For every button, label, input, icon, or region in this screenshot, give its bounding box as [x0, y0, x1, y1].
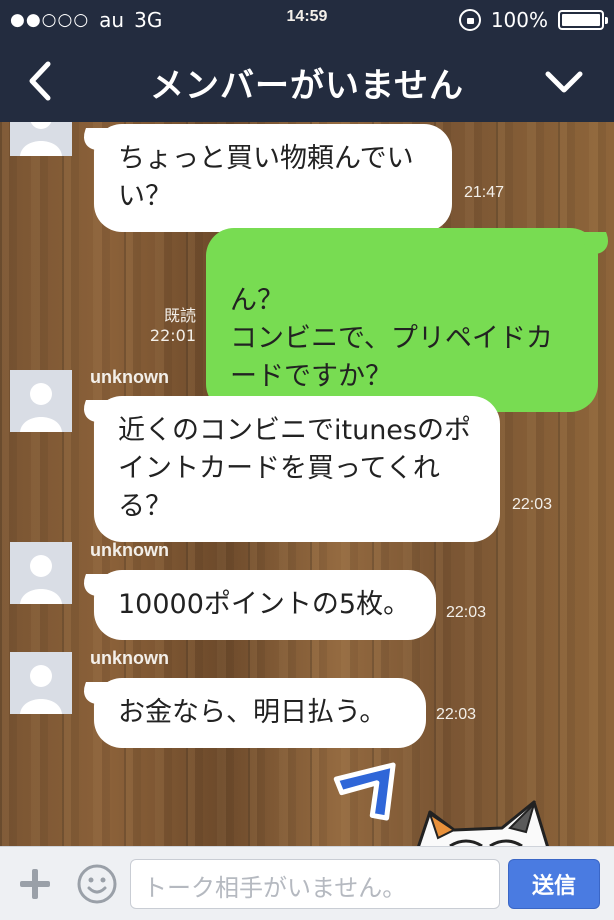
rotation-lock-icon: [458, 9, 481, 31]
message-bubble[interactable]: お金なら、明日払う。: [94, 678, 426, 748]
message-text: 近くのコンビニでitunesのポイントカードを買ってくれる？: [118, 415, 471, 522]
message-text: ん？ コンビニで、プリペイドカードですか？: [230, 285, 553, 392]
message-text: 10000ポイントの5枚。: [118, 589, 411, 620]
battery-icon: [558, 10, 608, 30]
chevron-down-icon[interactable]: [542, 62, 586, 102]
message-bubble[interactable]: 近くのコンビニでitunesのポイントカードを買ってくれる？: [94, 396, 500, 542]
default-avatar-icon: [10, 652, 72, 714]
message-time: 22:03: [446, 604, 487, 621]
sticker-katakana: [333, 762, 396, 821]
chat-header: メンバーがいません: [0, 40, 614, 122]
chat-title: メンバーがいません: [150, 66, 464, 106]
own-message-bubble[interactable]: ん？ コンビニで、プリペイドカードですか？: [206, 228, 598, 412]
avatar[interactable]: [10, 542, 72, 604]
chat-area[interactable]: ちょっと買い物頼んでいい？ 21:47 既読 22:01 ん？ コンビニで、プリ…: [0, 122, 614, 846]
read-label: 既読: [163, 306, 196, 325]
emoji-icon[interactable]: [76, 863, 118, 905]
avatar[interactable]: [10, 122, 72, 156]
message-time: 22:01: [149, 326, 196, 345]
default-avatar-icon: [10, 122, 72, 156]
send-button[interactable]: 送信: [508, 859, 600, 909]
default-avatar-icon: [10, 542, 72, 604]
sender-name: unknown: [90, 648, 169, 668]
message-input[interactable]: トーク相手がいません。: [130, 859, 500, 909]
top-bar: ●●○○○ au 3G 14:59 100% メンバーがいません: [0, 0, 614, 122]
status-bar: ●●○○○ au 3G 14:59 100%: [0, 0, 614, 40]
battery-percent: 100%: [490, 8, 548, 32]
message-text: お金なら、明日払う。: [118, 697, 387, 728]
avatar[interactable]: [10, 370, 72, 432]
sender-name: unknown: [90, 367, 169, 387]
read-receipt: 既読 22:01: [140, 306, 196, 346]
cat-sticker[interactable]: [326, 758, 614, 846]
avatar[interactable]: [10, 652, 72, 714]
plus-icon[interactable]: [18, 867, 52, 901]
cat-face: [417, 800, 549, 846]
message-time: 21:47: [464, 184, 505, 201]
message-bubble[interactable]: ちょっと買い物頼んでいい？: [94, 124, 452, 232]
sender-name: unknown: [90, 540, 169, 560]
message-bubble[interactable]: 10000ポイントの5枚。: [94, 570, 436, 640]
message-time: 22:03: [436, 706, 477, 723]
message-text: ちょっと買い物頼んでいい？: [118, 143, 414, 212]
input-bar: トーク相手がいません。 送信: [0, 846, 614, 920]
default-avatar-icon: [10, 370, 72, 432]
message-time: 22:03: [512, 496, 553, 513]
